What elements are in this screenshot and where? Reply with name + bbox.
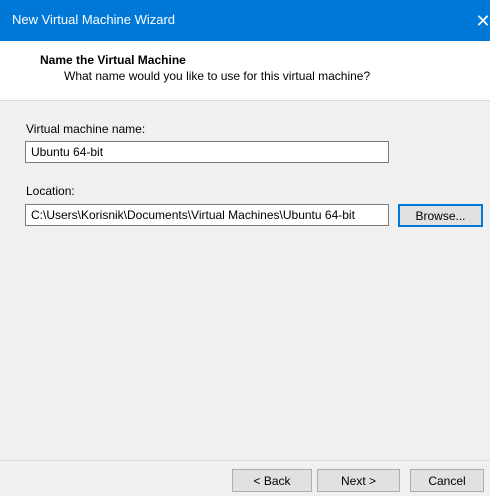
vm-name-label: Virtual machine name: xyxy=(26,122,146,136)
title-bar[interactable]: New Virtual Machine Wizard ✕ xyxy=(0,0,490,41)
location-input[interactable] xyxy=(25,204,389,226)
next-button[interactable]: Next > xyxy=(317,469,400,492)
page-subtitle: What name would you like to use for this… xyxy=(64,69,371,83)
back-button[interactable]: < Back xyxy=(232,469,312,492)
page-title: Name the Virtual Machine xyxy=(40,53,186,67)
wizard-body: Virtual machine name: Location: Browse..… xyxy=(0,101,490,460)
wizard-footer: < Back Next > Cancel xyxy=(0,460,490,496)
close-icon[interactable]: ✕ xyxy=(475,0,490,41)
cancel-button[interactable]: Cancel xyxy=(410,469,484,492)
vm-name-input[interactable] xyxy=(25,141,389,163)
wizard-header: Name the Virtual Machine What name would… xyxy=(0,41,490,101)
window-title: New Virtual Machine Wizard xyxy=(12,12,176,27)
location-label: Location: xyxy=(26,184,75,198)
browse-button[interactable]: Browse... xyxy=(398,204,483,227)
